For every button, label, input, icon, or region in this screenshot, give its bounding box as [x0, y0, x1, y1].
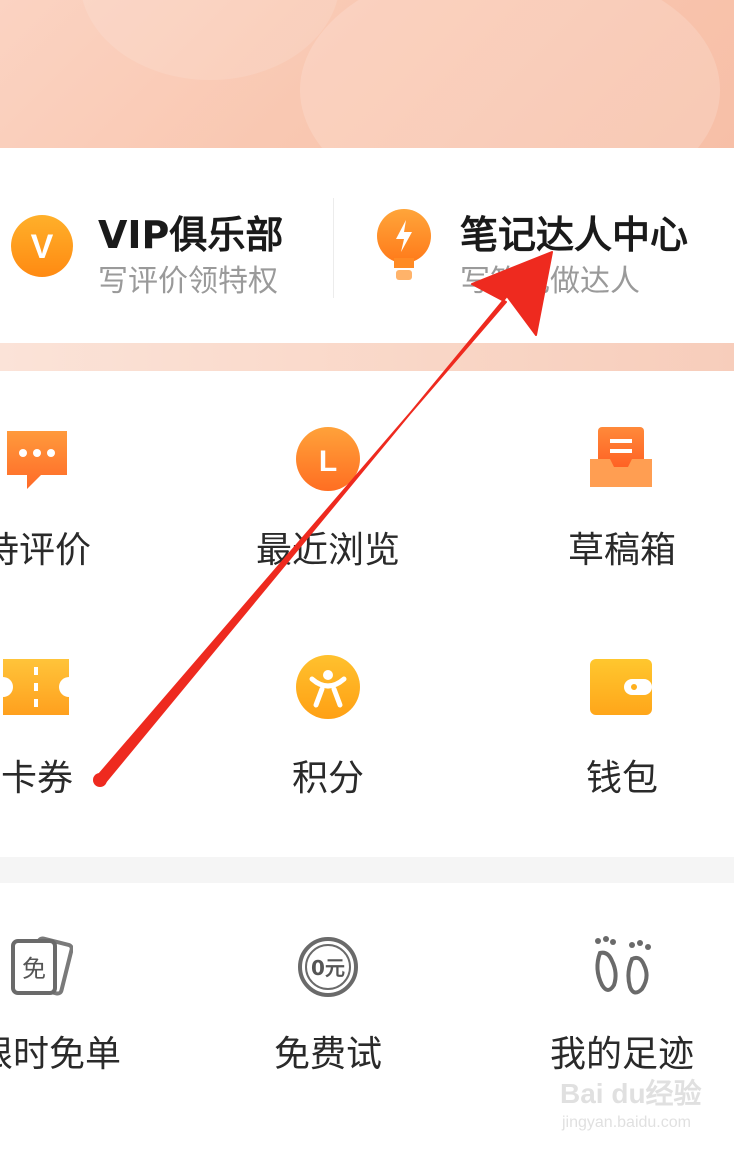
- card-divider: [333, 198, 334, 298]
- section-band: [0, 343, 734, 371]
- service-item-free-trial[interactable]: 0元 免费试: [206, 883, 450, 1113]
- decorative-blob: [80, 0, 340, 80]
- vip-club-card[interactable]: V VIP俱乐部 写评价领特权: [0, 148, 330, 343]
- grid-item-points[interactable]: 积分: [206, 601, 450, 831]
- grid-item-coupons[interactable]: 卡券: [0, 601, 159, 831]
- grid-item-pending-review[interactable]: 待评价: [0, 371, 159, 601]
- grid-label: 卡券: [0, 758, 73, 799]
- wallet-icon: [590, 659, 652, 715]
- profile-header-background: [0, 0, 734, 148]
- baidu-jingyan-watermark: Bai du经验 jingyan.baidu.com: [560, 1072, 730, 1142]
- watermark-logo-text: Bai du经验: [560, 1078, 702, 1109]
- lightbulb-icon: [377, 209, 431, 280]
- note-expert-card[interactable]: 笔记达人中心 写笔记做达人: [340, 148, 734, 343]
- grid-label: 钱包: [585, 758, 658, 799]
- watermark-url: jingyan.baidu.com: [562, 1114, 691, 1131]
- grid-label: 草稿箱: [567, 530, 676, 571]
- grid-label: 最近浏览: [255, 530, 400, 571]
- section-gap: [0, 857, 734, 883]
- vip-letter: V: [31, 228, 54, 266]
- note-expert-title: 笔记达人中心: [460, 213, 689, 257]
- my-functions-grid: 待评价 L 最近浏览 草稿箱 卡券 积分 钱包: [0, 371, 734, 857]
- clock-letter: L: [319, 445, 337, 478]
- grid-label: 积分: [291, 758, 364, 799]
- inbox-tray-icon: [590, 427, 652, 487]
- note-expert-subtitle: 写笔记做达人: [460, 264, 640, 299]
- points-person-icon: [296, 655, 360, 719]
- vip-badge-icon: V: [11, 215, 73, 277]
- grid-label: 待评价: [0, 530, 91, 571]
- voucher-text: 免: [22, 955, 46, 983]
- grid-item-drafts[interactable]: 草稿箱: [500, 371, 734, 601]
- zero-yuan-icon: 0元: [298, 937, 358, 997]
- decorative-blob: [300, 0, 720, 148]
- vip-club-subtitle: 写评价领特权: [98, 264, 278, 299]
- feature-cards: V VIP俱乐部 写评价领特权 笔记达人中心 写笔记做达人: [0, 148, 734, 343]
- clock-icon: L: [296, 427, 360, 491]
- service-label: 我的足迹: [549, 1034, 694, 1075]
- service-label: 限时免单: [0, 1034, 121, 1075]
- zero-yuan-text: 0元: [311, 956, 345, 980]
- service-label: 免费试: [273, 1034, 382, 1075]
- grid-item-wallet[interactable]: 钱包: [500, 601, 734, 831]
- comment-bubble-icon: [7, 431, 67, 489]
- ticket-icon: [3, 659, 69, 715]
- grid-item-recent-views[interactable]: L 最近浏览: [206, 371, 450, 601]
- footprints-icon: [595, 936, 651, 995]
- vip-club-title: VIP俱乐部: [98, 213, 284, 257]
- free-voucher-icon: 免: [11, 936, 73, 996]
- service-item-free-order[interactable]: 免 限时免单: [0, 883, 171, 1113]
